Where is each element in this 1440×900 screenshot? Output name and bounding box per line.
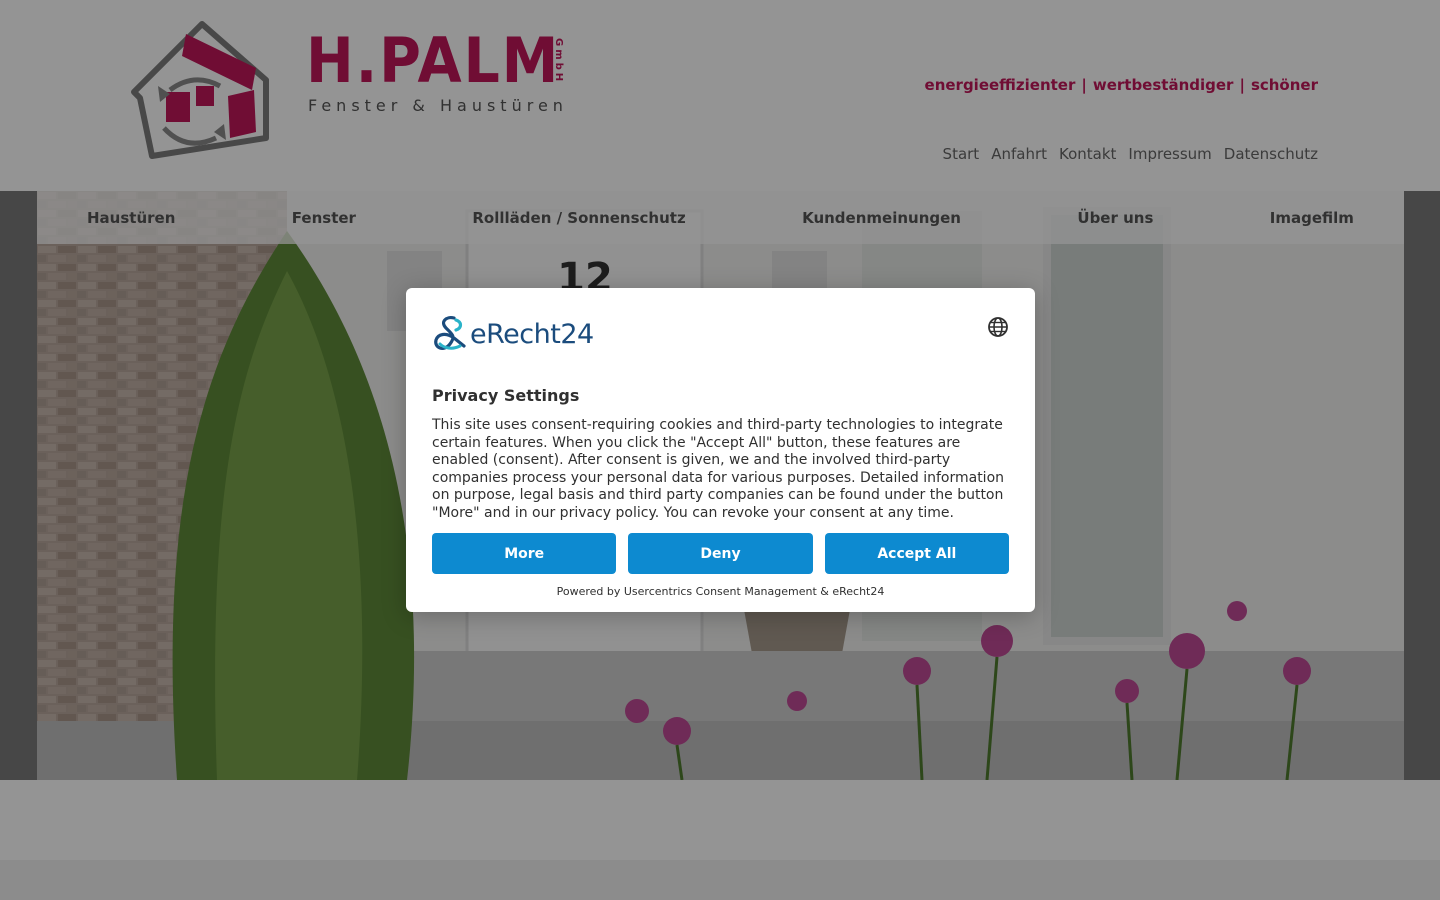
erecht24-logo: eRecht24 xyxy=(432,314,594,354)
accept-all-button[interactable]: Accept All xyxy=(824,533,1009,574)
deny-button[interactable]: Deny xyxy=(628,533,813,574)
privacy-consent-dialog: eRecht24 Privacy Settings This site uses… xyxy=(406,288,1035,612)
powered-by-text: Powered by Usercentrics Consent Manageme… xyxy=(556,585,885,598)
erecht24-logo-icon xyxy=(434,316,466,350)
more-button[interactable]: More xyxy=(432,533,617,574)
globe-icon[interactable] xyxy=(987,316,1009,338)
dialog-button-row: More Deny Accept All xyxy=(432,533,1009,574)
dialog-description: This site uses consent-requiring cookies… xyxy=(432,417,1005,521)
erecht24-logo-text: eRecht24 xyxy=(470,318,594,350)
dialog-title: Privacy Settings xyxy=(432,386,580,405)
